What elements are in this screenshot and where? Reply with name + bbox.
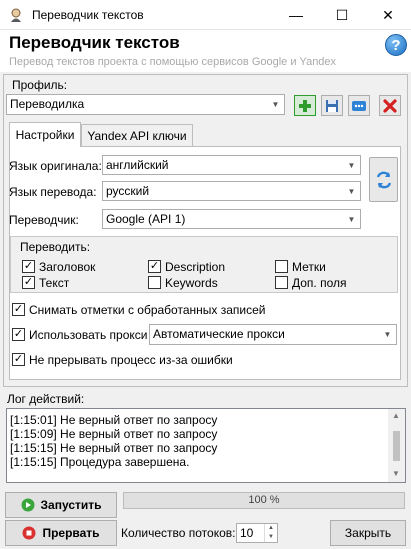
tab-yandex-keys-label: Yandex API ключи [87, 128, 187, 143]
stop-button[interactable]: Прервать [5, 520, 117, 546]
checkbox-use-proxy[interactable]: ✓ [12, 328, 25, 341]
profile-label: Профиль: [12, 78, 68, 92]
close-button[interactable]: Закрыть [330, 520, 406, 546]
source-lang-value: английский [106, 158, 169, 172]
log-line: [1:15:09] Не верный ответ по запросу [10, 427, 218, 441]
window-title: Переводчик текстов [32, 8, 144, 22]
use-proxy-label: Использовать прокси [29, 328, 148, 342]
checkbox-title[interactable]: ✓ [22, 260, 35, 273]
page-subtitle: Перевод текстов проекта с помощью сервис… [9, 56, 337, 68]
checkbox-title-label: Заголовок [39, 260, 96, 274]
translator-value: Google (API 1) [106, 212, 186, 226]
checkbox-keywords-label: Keywords [165, 276, 218, 290]
uncheck-processed-label: Снимать отметки с обработанных записей [29, 303, 266, 317]
threads-spinner[interactable]: 10 ▲ ▼ [236, 523, 278, 543]
log-scrollbar[interactable]: ▲ ▼ [388, 409, 405, 482]
delete-icon [383, 98, 397, 113]
source-lang-label: Язык оригинала: [9, 159, 102, 173]
chevron-down-icon: ▼ [383, 329, 392, 339]
threads-value: 10 [240, 526, 254, 540]
start-button-label: Запустить [40, 498, 102, 512]
target-lang-value: русский [106, 184, 150, 198]
log-line: [1:15:15] Не верный ответ по запросу [10, 441, 218, 455]
chevron-down-icon: ▼ [271, 99, 280, 109]
tab-settings-label: Настройки [15, 128, 75, 142]
chevron-down-icon: ▼ [347, 214, 356, 224]
checkbox-text-label: Текст [39, 276, 70, 290]
title-bar: Переводчик текстов — ☐ ✕ [0, 0, 411, 30]
no-interrupt-label: Не прерывать процесс из-за ошибки [29, 353, 233, 367]
checkbox-description-label: Description [165, 260, 226, 274]
start-button[interactable]: Запустить [5, 492, 117, 518]
target-lang-label: Язык перевода: [9, 185, 97, 199]
translator-select[interactable]: Google (API 1) ▼ [102, 209, 361, 229]
header: Переводчик текстов Перевод текстов проек… [0, 30, 411, 72]
translate-group-title: Переводить: [20, 240, 91, 254]
add-profile-button[interactable] [294, 95, 316, 116]
stop-button-label: Прервать [42, 526, 100, 540]
save-icon [326, 99, 338, 112]
spin-down-icon[interactable]: ▼ [265, 533, 277, 542]
help-icon[interactable]: ? [385, 34, 407, 56]
play-icon [21, 498, 34, 512]
stop-icon [22, 526, 36, 540]
close-icon[interactable]: ✕ [365, 0, 411, 30]
progress-text: 100 % [248, 494, 280, 506]
proxy-select[interactable]: Автоматические прокси ▼ [149, 324, 397, 345]
translator-label: Переводчик: [9, 213, 79, 227]
checkbox-extra-fields-label: Доп. поля [292, 276, 347, 290]
swap-languages-button[interactable] [369, 157, 398, 202]
tab-yandex-keys[interactable]: Yandex API ключи [81, 124, 193, 146]
checkbox-keywords[interactable]: ✓ [148, 276, 161, 289]
plus-icon [299, 99, 311, 112]
maximize-icon[interactable]: ☐ [319, 0, 365, 30]
save-profile-button[interactable] [321, 95, 343, 116]
proxy-value: Автоматические прокси [153, 327, 285, 341]
threads-label: Количество потоков: [121, 526, 236, 540]
profile-value: Переводилка [10, 97, 85, 111]
scroll-up-icon[interactable]: ▲ [392, 411, 400, 420]
scroll-down-icon[interactable]: ▼ [392, 469, 400, 478]
source-lang-select[interactable]: английский ▼ [102, 155, 361, 175]
swap-icon [376, 171, 391, 188]
page-title: Переводчик текстов [9, 33, 180, 52]
log-label: Лог действий: [7, 392, 85, 406]
chevron-down-icon: ▼ [347, 160, 356, 170]
checkbox-tags-label: Метки [292, 260, 326, 274]
checkbox-extra-fields[interactable]: ✓ [275, 276, 288, 289]
log-box[interactable]: [1:15:01] Не верный ответ по запросу [1:… [6, 408, 406, 483]
more-button[interactable] [348, 95, 370, 116]
close-button-label: Закрыть [344, 526, 392, 540]
target-lang-select[interactable]: русский ▼ [102, 181, 361, 201]
chevron-down-icon: ▼ [347, 186, 356, 196]
checkbox-description[interactable]: ✓ [148, 260, 161, 273]
scroll-thumb[interactable] [393, 431, 400, 461]
app-icon [8, 7, 24, 23]
minimize-icon[interactable]: — [273, 0, 319, 30]
delete-profile-button[interactable] [379, 95, 401, 116]
spin-up-icon[interactable]: ▲ [265, 524, 277, 533]
profile-select[interactable]: Переводилка ▼ [6, 94, 285, 115]
more-icon [352, 100, 366, 111]
checkbox-uncheck-processed[interactable]: ✓ [12, 303, 25, 316]
checkbox-no-interrupt[interactable]: ✓ [12, 353, 25, 366]
checkbox-tags[interactable]: ✓ [275, 260, 288, 273]
log-line: [1:15:01] Не верный ответ по запросу [10, 413, 218, 427]
tab-settings[interactable]: Настройки [9, 122, 81, 147]
log-line: [1:15:15] Процедура завершена. [10, 455, 190, 469]
checkbox-text[interactable]: ✓ [22, 276, 35, 289]
progress-bar: 100 % [123, 492, 405, 509]
